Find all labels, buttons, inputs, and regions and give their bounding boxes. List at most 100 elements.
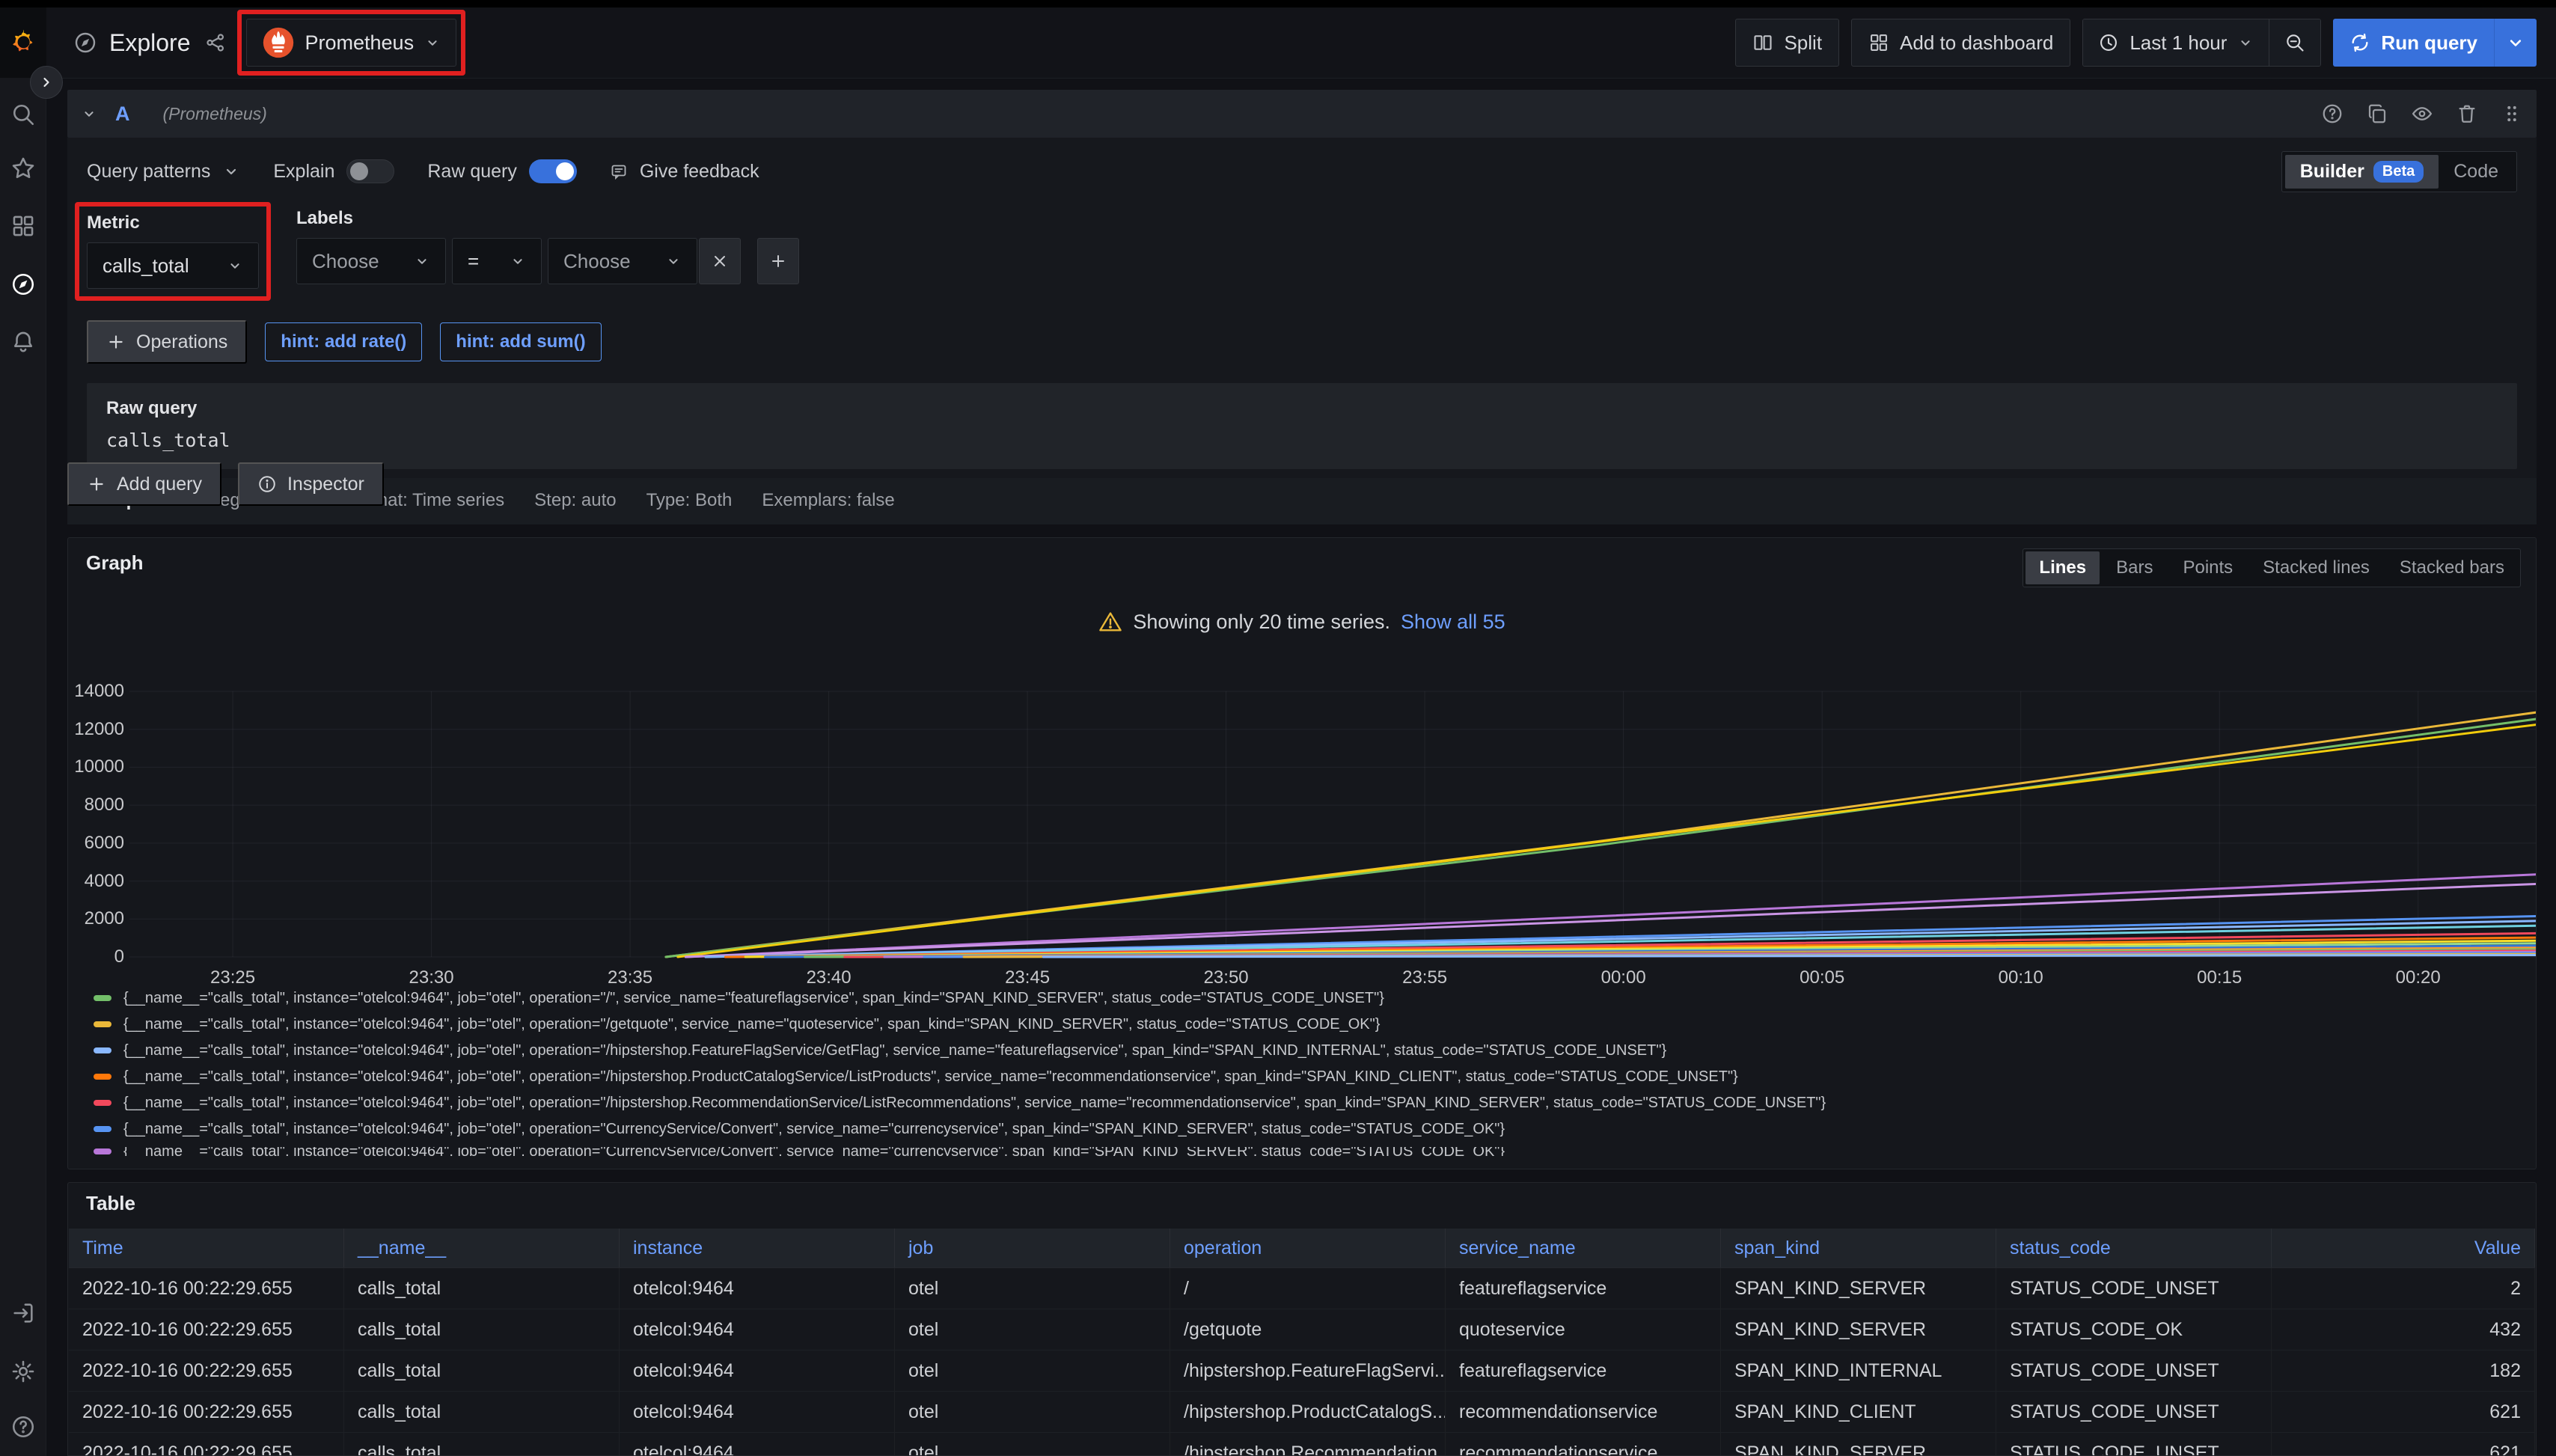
sidebar-dashboards-icon[interactable] (10, 213, 36, 239)
sidebar-alerting-icon[interactable] (10, 329, 36, 355)
chevron-down-icon (222, 162, 240, 180)
x-axis-tick-label: 23:40 (784, 967, 874, 988)
give-feedback-button[interactable]: Give feedback (610, 161, 759, 183)
column-header-status-code[interactable]: status_code (1996, 1229, 2272, 1267)
remove-label-button[interactable] (699, 238, 741, 284)
labels-group: Labels Choose = Choose (296, 202, 799, 284)
collapse-chevron-icon[interactable] (81, 105, 97, 122)
show-all-series-link[interactable]: Show all 55 (1401, 611, 1505, 634)
raw-query-text: calls_total (106, 429, 2498, 451)
table-row: 2022-10-16 00:22:29.655calls_totalotelco… (69, 1392, 2535, 1433)
builder-tab[interactable]: Builder Beta (2285, 155, 2439, 189)
help-icon[interactable] (2321, 103, 2343, 125)
sidebar-expand-button[interactable] (30, 66, 63, 99)
hint-add-sum-button[interactable]: hint: add sum() (440, 322, 601, 361)
query-ref-id: A (115, 103, 130, 126)
cell-job: otel (895, 1392, 1170, 1433)
legend-entry[interactable]: {__name__="calls_total", instance="otelc… (94, 1042, 2528, 1059)
cell-operation: /hipstershop.FeatureFlagServi... (1170, 1351, 1446, 1392)
graph-legend: {__name__="calls_total", instance="otelc… (94, 990, 2528, 1156)
drag-handle-icon[interactable] (2501, 103, 2523, 125)
sidebar-help-icon[interactable] (10, 1414, 36, 1440)
sidebar-explore-icon[interactable] (10, 272, 36, 297)
column-header-job[interactable]: job (895, 1229, 1170, 1267)
x-axis-tick-label: 00:10 (1976, 967, 2066, 988)
explain-toggle-group: Explain (273, 159, 394, 183)
column-header-instance[interactable]: instance (620, 1229, 895, 1267)
cell-status-code: STATUS_CODE_UNSET (1996, 1392, 2272, 1433)
options-row: Options Legend: Auto Format: Time series… (67, 478, 2537, 524)
y-axis-tick-label: 14000 (68, 680, 124, 703)
sidebar (0, 7, 46, 1456)
time-series-chart[interactable] (129, 678, 2537, 958)
legend-entry[interactable]: {__name__="calls_total", instance="otelc… (94, 1016, 2528, 1033)
legend-entry[interactable]: {__name__="calls_total", instance="otelc… (94, 1095, 2528, 1111)
eye-icon[interactable] (2411, 103, 2433, 125)
add-label-button[interactable] (757, 238, 799, 284)
trash-icon[interactable] (2456, 103, 2478, 125)
query-row-header[interactable]: A (Prometheus) (67, 90, 2537, 138)
cell-status-code: STATUS_CODE_UNSET (1996, 1268, 2272, 1309)
labels-label: Labels (296, 208, 799, 229)
label-operator-select[interactable]: = (452, 238, 542, 284)
legend-entry[interactable]: {__name__="calls_total", instance="otelc… (94, 1068, 2528, 1085)
column-header-service-name[interactable]: service_name (1446, 1229, 1721, 1267)
hint-add-rate-button[interactable]: hint: add rate() (265, 322, 422, 361)
column-header-value[interactable]: Value (2272, 1229, 2535, 1267)
legend-entry[interactable]: {__name__="calls_total", instance="otelc… (94, 1121, 2528, 1137)
legend-entry[interactable]: {__name__="calls_total", instance="otelc… (94, 990, 2528, 1006)
time-range-button[interactable]: Last 1 hour (2083, 19, 2269, 66)
operations-button[interactable]: Operations (87, 320, 247, 364)
code-tab[interactable]: Code (2439, 155, 2513, 189)
sidebar-settings-icon[interactable] (10, 1359, 36, 1384)
mode-lines[interactable]: Lines (2025, 551, 2100, 584)
cell-value: 621 (2272, 1392, 2535, 1433)
column-header---name--[interactable]: __name__ (344, 1229, 620, 1267)
run-query-button[interactable]: Run query (2333, 19, 2494, 67)
series-limit-warning: Showing only 20 time series. Show all 55 (68, 610, 2536, 634)
sidebar-sign-in-icon[interactable] (10, 1300, 36, 1326)
toolbar-actions: Split Add to dashboard Last 1 hour Run q… (1735, 19, 2537, 67)
metric-select[interactable]: calls_total (87, 242, 259, 289)
run-query-interval-button[interactable] (2495, 19, 2537, 67)
raw-query-toggle[interactable] (529, 159, 577, 183)
label-value-select[interactable]: Choose (548, 238, 697, 284)
mode-stacked-lines[interactable]: Stacked lines (2249, 551, 2383, 584)
column-header-operation[interactable]: operation (1170, 1229, 1446, 1267)
legend-series-label: {__name__="calls_total", instance="otelc… (123, 1095, 1826, 1111)
mode-bars[interactable]: Bars (2103, 551, 2166, 584)
explain-toggle[interactable] (346, 159, 394, 183)
cell-span-kind: SPAN_KIND_CLIENT (1721, 1392, 1996, 1433)
table-panel: Table Time__name__instancejoboperationse… (67, 1182, 2537, 1456)
share-icon[interactable] (204, 31, 227, 54)
cell-value: 2 (2272, 1268, 2535, 1309)
legend-series-label: {__name__="calls_total", instance="otelc… (123, 1121, 1505, 1137)
inspector-button[interactable]: Inspector (238, 462, 384, 506)
sidebar-starred-icon[interactable] (10, 156, 36, 181)
legend-entry-clipped[interactable]: {__name__="calls_total", instance="otelc… (94, 1147, 2528, 1156)
zoom-out-button[interactable] (2269, 19, 2320, 66)
y-axis-tick-label: 4000 (68, 870, 124, 893)
metric-label: Metric (87, 212, 259, 233)
add-query-button[interactable]: Add query (67, 462, 221, 506)
x-axis-tick-label: 23:35 (585, 967, 675, 988)
query-editor-toolbar: Query patterns Explain Raw query Give fe… (87, 151, 2517, 192)
info-circle-icon (257, 474, 277, 494)
copy-icon[interactable] (2366, 103, 2388, 125)
column-header-time[interactable]: Time (69, 1229, 344, 1267)
add-to-dashboard-button[interactable]: Add to dashboard (1851, 19, 2070, 67)
query-patterns-dropdown[interactable]: Query patterns (87, 161, 240, 183)
mode-points[interactable]: Points (2169, 551, 2246, 584)
sidebar-search-icon[interactable] (10, 102, 36, 127)
chevron-down-icon (2505, 32, 2526, 53)
cell-job: otel (895, 1433, 1170, 1456)
column-header-span-kind[interactable]: span_kind (1721, 1229, 1996, 1267)
chevron-down-icon (227, 257, 243, 274)
datasource-picker[interactable]: Prometheus (246, 19, 457, 67)
x-axis-tick-label: 00:20 (2373, 967, 2463, 988)
split-button[interactable]: Split (1735, 19, 1839, 67)
y-axis-tick-label: 6000 (68, 832, 124, 854)
cell-time: 2022-10-16 00:22:29.655 (69, 1392, 344, 1433)
label-key-select[interactable]: Choose (296, 238, 446, 284)
mode-stacked-bars[interactable]: Stacked bars (2386, 551, 2518, 584)
